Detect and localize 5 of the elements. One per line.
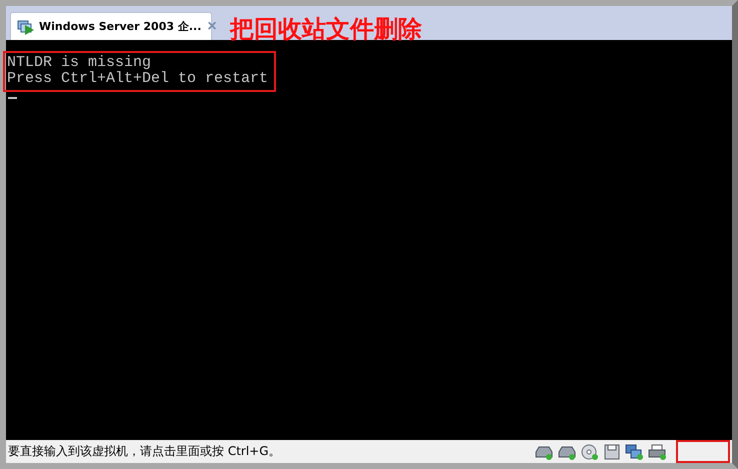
tab-title: Windows Server 2003 企... [39,19,202,34]
console-line: NTLDR is missing [7,55,152,71]
console-line: Press Ctrl+Alt+Del to restart [7,71,268,87]
status-message: 要直接输入到该虚拟机，请点击里面或按 Ctrl+G。 [8,443,281,460]
annotation-text: 把回收站文件删除 [230,14,422,44]
